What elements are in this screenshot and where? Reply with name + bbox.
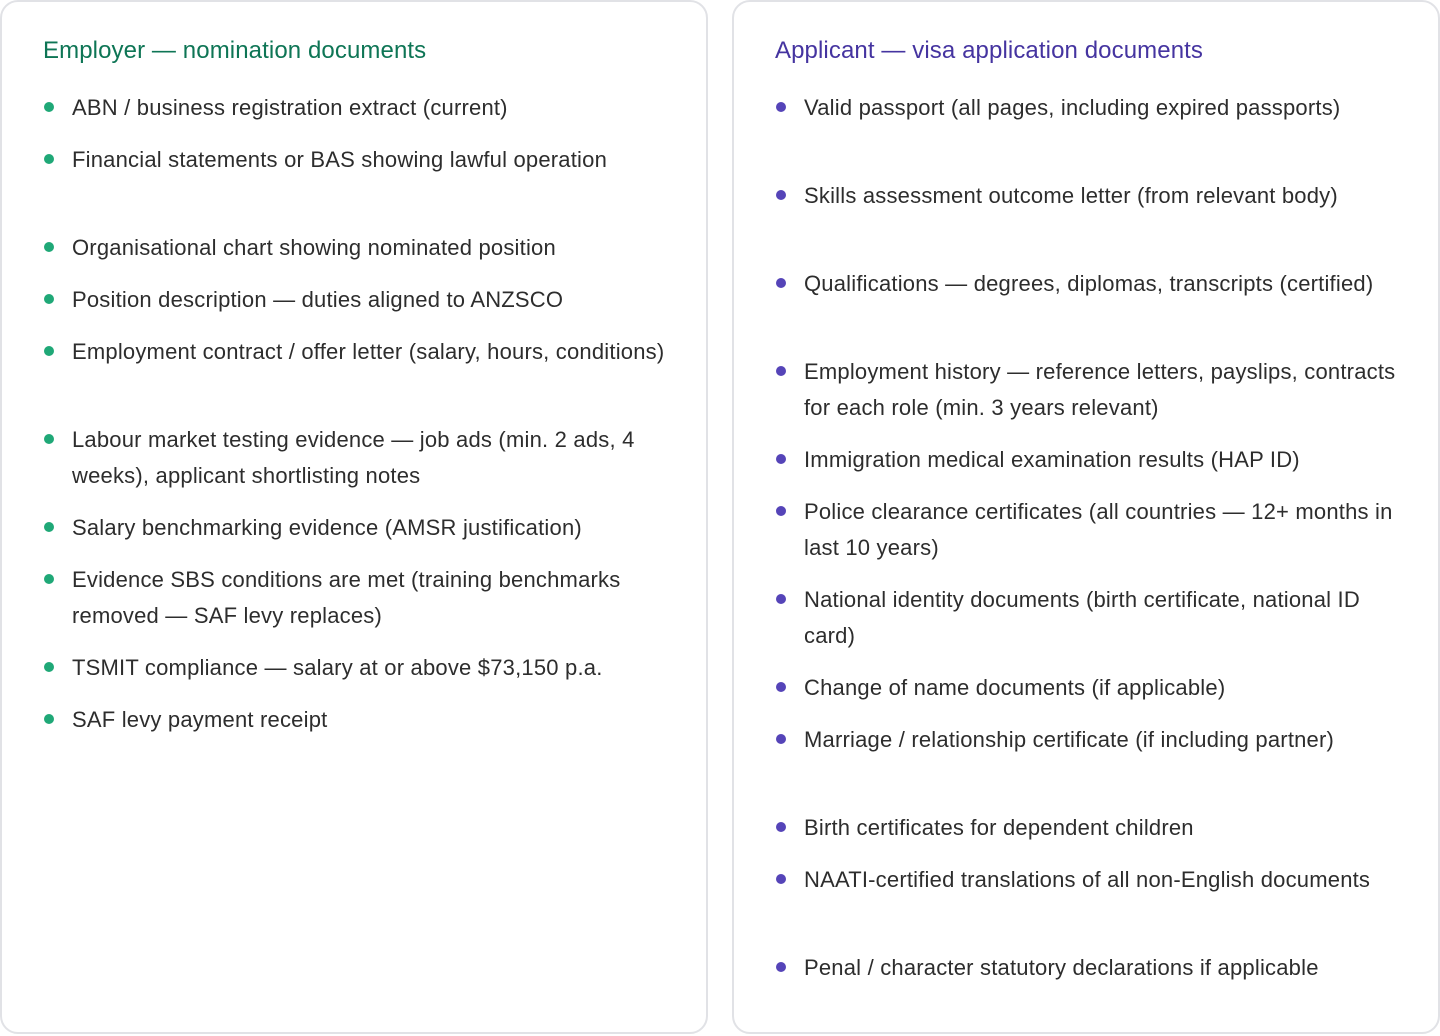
bullet-icon [44,346,54,356]
applicant-documents-card: Applicant — visa application documents V… [732,0,1440,1034]
list-item-text: National identity documents (birth certi… [804,587,1360,648]
employer-card-title: Employer — nomination documents [43,37,427,64]
list-item: Qualifications — degrees, diplomas, tran… [775,266,1408,338]
list-item-text: Valid passport (all pages, including exp… [804,95,1341,120]
list-item: Employment history — reference letters, … [775,354,1408,426]
list-item-text: Change of name documents (if applicable) [804,675,1226,700]
bullet-icon [776,822,786,832]
list-item-text: Financial statements or BAS showing lawf… [72,147,608,172]
list-item-text: Immigration medical examination results … [804,447,1300,472]
list-item-text: NAATI-certified translations of all non-… [804,867,1371,892]
list-item: Salary benchmarking evidence (AMSR justi… [43,510,666,546]
list-item-text: Qualifications — degrees, diplomas, tran… [804,271,1374,296]
list-item: Employment contract / offer letter (sala… [43,334,666,406]
list-item: Valid passport (all pages, including exp… [775,90,1408,162]
list-item: Birth certificates for dependent childre… [775,810,1408,846]
list-item-text: Birth certificates for dependent childre… [804,815,1194,840]
bullet-icon [776,594,786,604]
bullet-icon [44,294,54,304]
list-item-text: Marriage / relationship certificate (if … [804,727,1335,752]
employer-documents-card: Employer — nomination documents ABN / bu… [0,0,708,1034]
list-item-text: Employment history — reference letters, … [804,359,1396,420]
list-item: NAATI-certified translations of all non-… [775,862,1408,934]
bullet-icon [776,102,786,112]
bullet-icon [776,454,786,464]
bullet-icon [44,662,54,672]
list-item-text: Police clearance certificates (all count… [804,499,1393,560]
list-item: Organisational chart showing nominated p… [43,230,666,266]
bullet-icon [44,714,54,724]
list-item: Evidence SBS conditions are met (trainin… [43,562,666,634]
list-item-text: Skills assessment outcome letter (from r… [804,183,1338,208]
list-item-text: Organisational chart showing nominated p… [72,235,556,260]
list-item-text: Penal / character statutory declarations… [804,955,1319,980]
list-item: TSMIT compliance — salary at or above $7… [43,650,666,686]
bullet-icon [44,242,54,252]
list-item-text: SAF levy payment receipt [72,707,328,732]
list-item: Skills assessment outcome letter (from r… [775,178,1408,250]
list-item: Police clearance certificates (all count… [775,494,1408,566]
list-item-text: Evidence SBS conditions are met (trainin… [72,567,621,628]
bullet-icon [776,366,786,376]
bullet-icon [776,734,786,744]
applicant-card-title: Applicant — visa application documents [775,37,1204,64]
bullet-icon [44,522,54,532]
list-item: Immigration medical examination results … [775,442,1408,478]
employer-document-list: ABN / business registration extract (cur… [43,90,666,738]
list-item: Penal / character statutory declarations… [775,950,1408,986]
list-item: Position description — duties aligned to… [43,282,666,318]
list-item: Financial statements or BAS showing lawf… [43,142,666,214]
bullet-icon [776,506,786,516]
list-item: SAF levy payment receipt [43,702,666,738]
bullet-icon [44,102,54,112]
bullet-icon [776,874,786,884]
applicant-document-list: Valid passport (all pages, including exp… [775,90,1408,986]
bullet-icon [776,278,786,288]
list-item-text: Position description — duties aligned to… [72,287,564,312]
list-item-text: Employment contract / offer letter (sala… [72,339,665,364]
list-item: Labour market testing evidence — job ads… [43,422,666,494]
bullet-icon [776,190,786,200]
bullet-icon [776,682,786,692]
list-item-text: Salary benchmarking evidence (AMSR justi… [72,515,582,540]
bullet-icon [776,962,786,972]
list-item: ABN / business registration extract (cur… [43,90,666,126]
list-item: National identity documents (birth certi… [775,582,1408,654]
list-item-text: Labour market testing evidence — job ads… [72,427,635,488]
list-item-text: ABN / business registration extract (cur… [72,95,508,120]
list-item-text: TSMIT compliance — salary at or above $7… [72,655,603,680]
bullet-icon [44,434,54,444]
bullet-icon [44,574,54,584]
list-item: Marriage / relationship certificate (if … [775,722,1408,794]
list-item: Change of name documents (if applicable) [775,670,1408,706]
bullet-icon [44,154,54,164]
